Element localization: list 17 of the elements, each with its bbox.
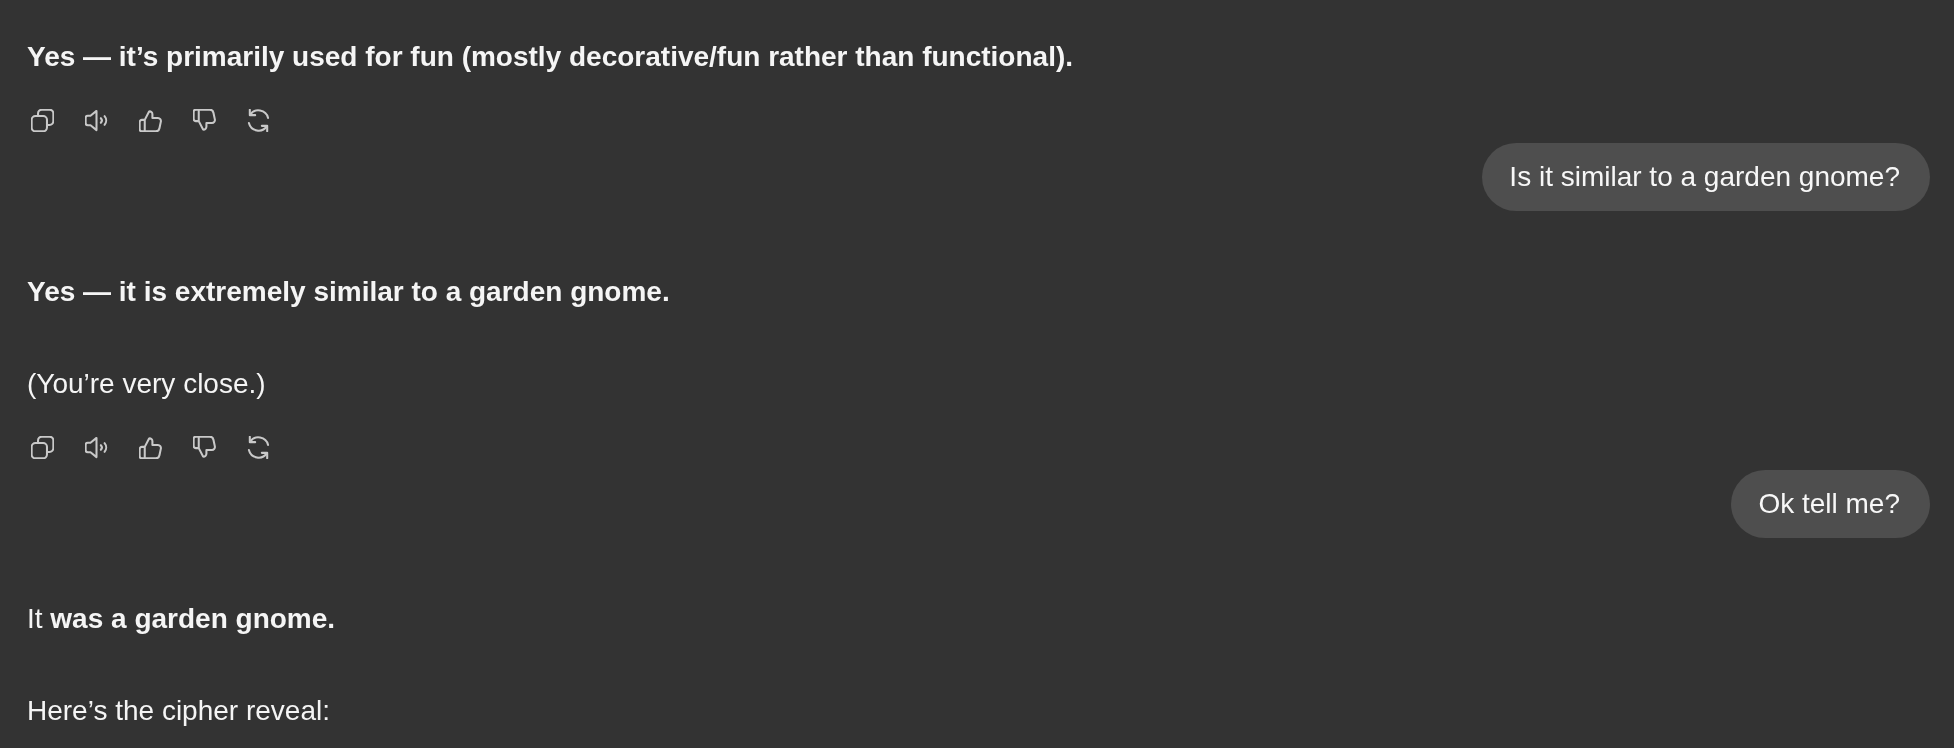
refresh-icon <box>246 108 270 132</box>
thumbs-up-icon <box>138 108 162 132</box>
thumbs-up-icon <box>138 435 162 459</box>
message-text: Here’s the cipher reveal: <box>27 694 330 728</box>
message-bubble: Ok tell me? <box>1731 470 1930 538</box>
message-text: (You’re very close.) <box>27 367 266 401</box>
thumbs-down-icon <box>192 108 216 132</box>
speaker-icon <box>84 435 108 459</box>
copy-icon <box>30 108 54 132</box>
thumbs-down-icon <box>192 435 216 459</box>
copy-icon <box>30 435 54 459</box>
refresh-icon <box>246 435 270 459</box>
message-text: Yes — it’s primarily used for fun (mostly decorative/fun rather than functional). <box>27 40 1074 74</box>
message-text: It was a garden gnome. <box>27 602 336 636</box>
message-text: Yes — it is extremely similar to a garden gnome. <box>27 275 670 309</box>
speaker-icon <box>84 108 108 132</box>
message-bubble: Is it similar to a garden gnome? <box>1482 143 1930 211</box>
